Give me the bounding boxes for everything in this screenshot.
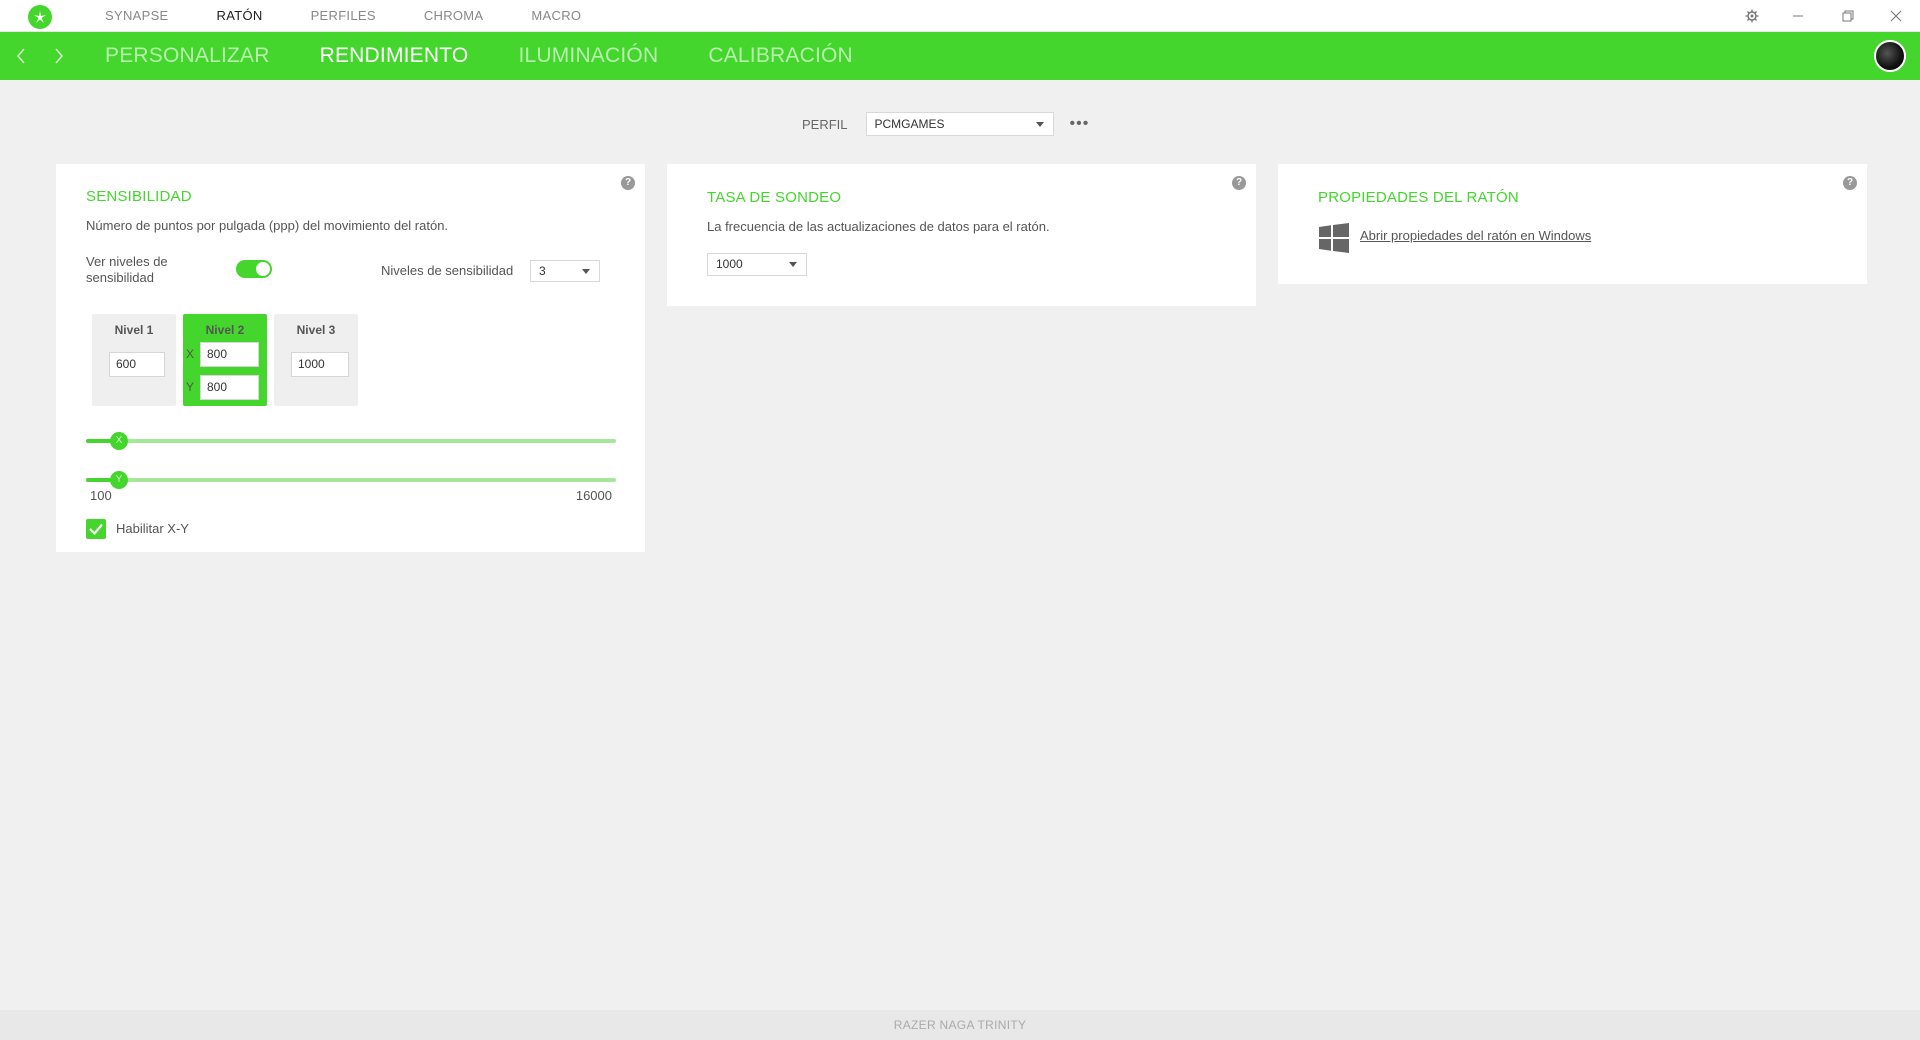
tab-perfiles[interactable]: PERFILES	[311, 0, 376, 32]
help-icon[interactable]: ?	[1232, 176, 1246, 190]
help-icon[interactable]: ?	[621, 176, 635, 190]
levels-count-select[interactable]: 3	[530, 260, 600, 282]
settings-gear-icon[interactable]	[1732, 0, 1772, 32]
levels-toggle[interactable]	[236, 260, 272, 278]
polling-title: TASA DE SONDEO	[707, 189, 842, 206]
enable-xy-label: Habilitar X-Y	[116, 521, 189, 536]
chevron-down-icon	[582, 269, 590, 274]
more-options-icon[interactable]: •••	[1070, 115, 1090, 133]
top-nav: SYNAPSE RATÓN PERFILES CHROMA MACRO	[105, 0, 629, 32]
restore-icon[interactable]	[1828, 0, 1868, 32]
level-2-x-input[interactable]: 800	[200, 342, 259, 367]
back-arrow-icon[interactable]	[6, 32, 36, 80]
polling-rate-card: ? TASA DE SONDEO La frecuencia de las ac…	[667, 164, 1256, 306]
polling-rate-select[interactable]: 1000	[707, 253, 807, 276]
profile-label: PERFIL	[802, 116, 848, 132]
tab-rendimiento[interactable]: RENDIMIENTO	[320, 32, 469, 80]
polling-description: La frecuencia de las actualizaciones de …	[707, 219, 1050, 234]
user-avatar[interactable]	[1874, 40, 1906, 72]
chevron-down-icon	[789, 262, 797, 267]
slider-max-label: 16000	[575, 488, 612, 503]
tab-chroma[interactable]: CHROMA	[424, 0, 484, 32]
minimize-icon[interactable]	[1778, 0, 1818, 32]
level-1-title: Nivel 1	[114, 323, 154, 337]
profile-select[interactable]: PCMGAMES	[865, 112, 1054, 136]
sensitivity-description: Número de puntos por pulgada (ppp) del m…	[86, 218, 449, 233]
level-2-y-label: Y	[186, 380, 195, 394]
enable-xy-checkbox[interactable]	[86, 519, 106, 539]
mouse-properties-card: ? PROPIEDADES DEL RATÓN Abrir propiedade…	[1278, 164, 1867, 284]
tab-synapse[interactable]: SYNAPSE	[105, 0, 169, 32]
level-2-x-label: X	[186, 347, 195, 361]
tab-personalizar[interactable]: PERSONALIZAR	[105, 32, 270, 80]
tab-raton[interactable]: RATÓN	[217, 0, 263, 32]
forward-arrow-icon[interactable]	[44, 32, 74, 80]
level-2-title: Nivel 2	[205, 323, 245, 337]
sensitivity-title: SENSIBILIDAD	[86, 188, 192, 205]
level-2-y-input[interactable]: 800	[200, 375, 259, 400]
help-icon[interactable]: ?	[1843, 176, 1857, 190]
chevron-down-icon	[1035, 122, 1044, 127]
sensitivity-card: ? SENSIBILIDAD Número de puntos por pulg…	[56, 164, 645, 552]
levels-count-value: 3	[539, 264, 546, 278]
level-1-box[interactable]: Nivel 1 600	[92, 314, 176, 406]
toggle-levels-label: Ver niveles de sensibilidad	[86, 254, 168, 285]
profile-row: PERFIL PCMGAMES •••	[802, 112, 1089, 136]
level-3-input[interactable]: 1000	[291, 352, 349, 377]
level-1-input[interactable]: 600	[109, 352, 165, 377]
sub-nav: PERSONALIZAR RENDIMIENTO ILUMINACIÓN CAL…	[0, 32, 1920, 80]
tab-macro[interactable]: MACRO	[531, 0, 581, 32]
device-name-footer: RAZER NAGA TRINITY	[0, 1010, 1920, 1040]
slider-y-thumb[interactable]: Y	[110, 471, 128, 489]
slider-min-label: 100	[90, 488, 112, 503]
polling-rate-value: 1000	[716, 257, 743, 271]
open-windows-mouse-properties-link[interactable]: Abrir propiedades del ratón en Windows	[1360, 228, 1591, 243]
dpi-y-slider[interactable]: Y	[86, 471, 616, 489]
levels-count-label: Niveles de sensibilidad	[381, 263, 514, 278]
tab-iluminacion[interactable]: ILUMINACIÓN	[518, 32, 658, 80]
checkmark-icon	[89, 523, 103, 536]
level-3-title: Nivel 3	[296, 323, 336, 337]
windows-logo-icon	[1319, 223, 1349, 253]
level-3-box[interactable]: Nivel 3 1000	[274, 314, 358, 406]
mouse-properties-title: PROPIEDADES DEL RATÓN	[1318, 189, 1519, 206]
level-2-box[interactable]: Nivel 2 X 800 Y 800	[183, 314, 267, 406]
close-icon[interactable]	[1876, 0, 1916, 32]
title-bar: SYNAPSE RATÓN PERFILES CHROMA MACRO	[0, 0, 1920, 32]
profile-select-value: PCMGAMES	[874, 117, 945, 131]
dpi-x-slider[interactable]: X	[86, 432, 616, 450]
razer-logo-icon[interactable]	[28, 5, 52, 29]
slider-x-thumb[interactable]: X	[110, 432, 128, 450]
tab-calibracion[interactable]: CALIBRACIÓN	[708, 32, 853, 80]
sub-nav-tabs: PERSONALIZAR RENDIMIENTO ILUMINACIÓN CAL…	[105, 32, 903, 80]
toggle-knob	[256, 262, 270, 276]
